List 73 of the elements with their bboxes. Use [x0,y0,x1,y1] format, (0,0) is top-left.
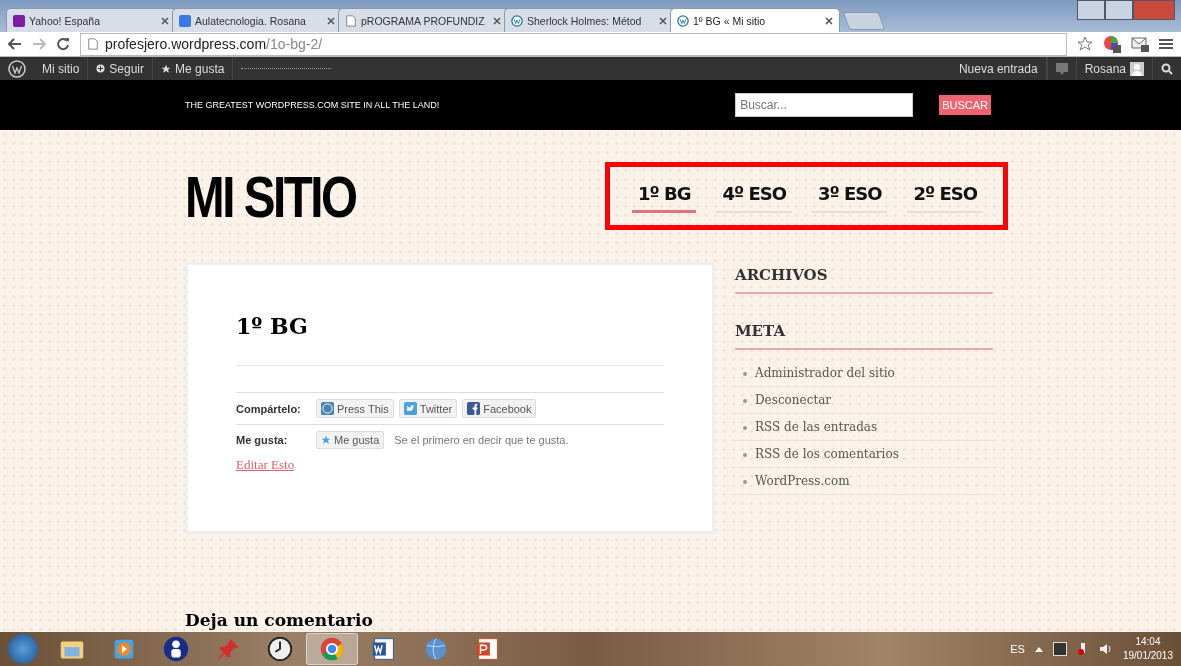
tab-title: Yahoo! España [29,14,102,27]
facebook-icon [467,402,481,415]
chrome-icon[interactable] [320,637,344,661]
widget-heading: META [735,322,993,350]
language-indicator[interactable]: ES [1010,643,1025,655]
color-wheel-icon[interactable] [1103,35,1121,53]
notifications-icon[interactable] [1055,62,1068,75]
plus-circle-icon [96,64,106,73]
slides-p-icon[interactable] [476,638,498,660]
tray-arrow-icon[interactable] [1034,646,1043,652]
site-tagline: THE GREATEST WORDPRESS.COM SITE IN ALL THE LAND! [185,100,440,110]
back-icon[interactable] [8,37,22,51]
document-w-icon[interactable] [372,638,394,660]
share-label: Compártelo: [236,402,302,415]
play-icon[interactable] [114,639,134,659]
edit-link[interactable]: Editar Esto [236,457,295,473]
close-icon[interactable] [161,16,169,25]
star-icon[interactable] [1077,36,1093,52]
star-icon [321,435,331,445]
avatar-icon [1130,61,1144,76]
widget-heading: ARCHIVOS [735,266,993,294]
post-title: 1º BG [236,313,664,366]
nav-menu-item[interactable]: 2º ESO [907,179,983,213]
nav-menu-item[interactable]: 1º BG [632,179,697,213]
close-icon[interactable] [825,16,833,25]
clock-icon[interactable] [267,636,293,662]
nav-menu-item[interactable]: 3º ESO [811,179,888,213]
address-field[interactable]: profesjero.wordpress.com/1o-bg-2/ [80,32,1067,56]
like-label: Me gusta: [236,434,289,446]
page-icon [345,14,357,27]
share-button[interactable]: Press This [316,399,394,418]
tab-title: Sherlock Holmes: Métod [527,14,643,27]
nav-menu-item[interactable]: 4º ESO [716,179,792,213]
comments-heading: Deja un comentario [185,610,373,630]
page-icon [87,38,99,50]
sidebar-link[interactable]: WordPress.com [755,474,850,488]
tab-title: pROGRAMA PROFUNDIZ [361,14,486,27]
bird-icon [403,402,417,415]
site-title[interactable]: MI SITIO [185,162,356,230]
sidebar-link[interactable]: RSS de los comentarios [755,447,899,461]
bullet-icon [743,398,747,403]
bullet-icon [743,479,747,484]
search-field[interactable]: Buscar... [735,93,914,117]
star-icon [161,63,172,74]
mail-icon[interactable] [1131,36,1149,52]
browser-tab[interactable]: 1º BG « Mi sitio [670,8,840,32]
monitor-icon[interactable] [1052,642,1067,656]
like-button[interactable]: Me gusta [316,431,385,449]
globe-icon[interactable] [425,638,447,660]
share-button[interactable]: Facebook [462,399,537,418]
start-button[interactable] [8,634,38,664]
close-icon[interactable] [659,16,667,25]
clock[interactable]: 14:04 19/01/2013 [1122,635,1173,663]
bullet-icon [743,452,747,457]
reload-icon[interactable] [56,37,70,51]
sidebar-link[interactable]: RSS de las entradas [755,420,878,434]
bullet-icon [743,371,747,376]
close-icon[interactable] [493,16,501,25]
bullet-icon [743,425,747,430]
menu-icon[interactable] [1159,38,1173,50]
share-button[interactable]: Twitter [398,399,458,418]
maximize-button[interactable] [1105,0,1133,20]
speaker-icon[interactable] [1098,643,1113,655]
tab-title: Aulatecnologia. Rosana [195,14,307,27]
sidebar-link[interactable]: Desconectar [755,393,832,407]
like-count-text: Se el primero en decir que te gusta. [394,434,569,446]
close-icon[interactable] [327,16,335,25]
person-icon[interactable] [163,636,189,662]
search-icon[interactable] [1161,62,1173,75]
folder-icon[interactable] [60,641,84,659]
minimize-button[interactable] [1077,0,1105,20]
tab-title: 1º BG « Mi sitio [693,14,767,27]
sidebar-link[interactable]: Administrador del sitio [755,366,895,380]
